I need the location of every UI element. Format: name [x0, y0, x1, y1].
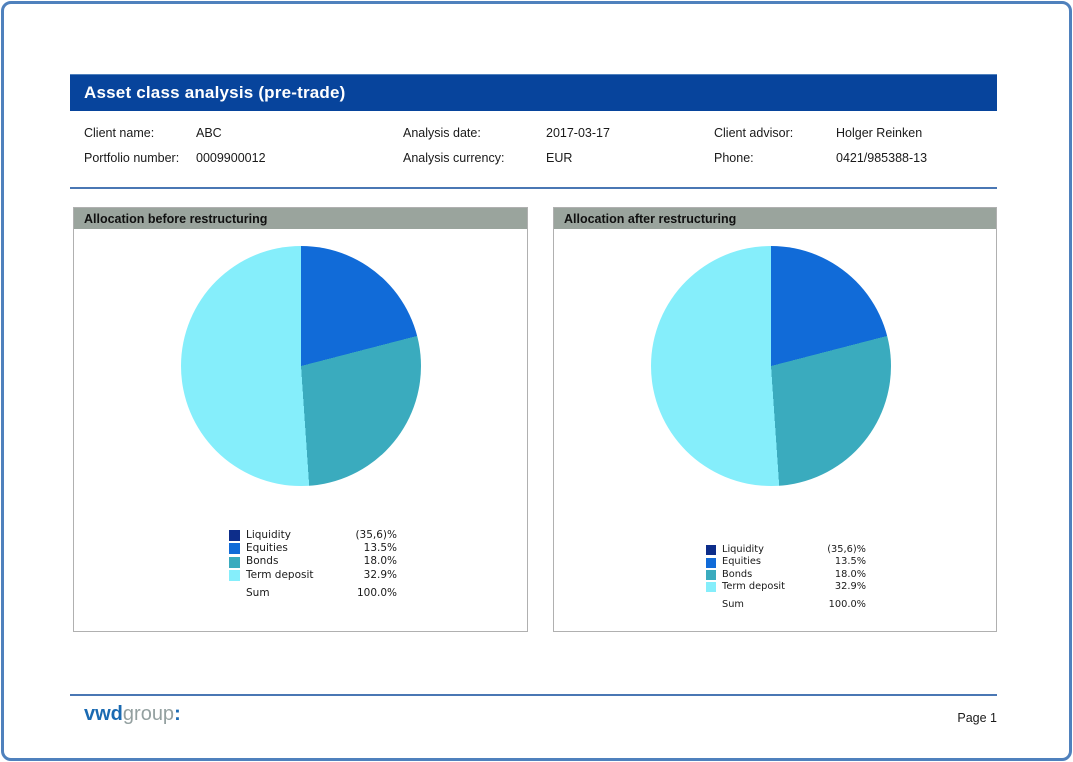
legend-swatch-bonds — [706, 570, 716, 580]
footer-divider — [70, 694, 997, 696]
analysis-currency-label: Analysis currency: — [403, 151, 546, 165]
panel-allocation-after: Allocation after restructuring Liquidity… — [553, 207, 997, 632]
top-divider — [70, 187, 997, 189]
legend-sum-row: Sum 100.0% — [229, 587, 397, 600]
legend-sum-value: 100.0% — [810, 599, 866, 611]
analysis-date-value: 2017-03-17 — [546, 126, 714, 140]
portfolio-number-value: 0009900012 — [196, 151, 403, 165]
legend-value: 18.0% — [810, 569, 866, 581]
legend-label: Liquidity — [246, 529, 339, 542]
client-name-value: ABC — [196, 126, 403, 140]
client-meta-grid: Client name: ABC Analysis date: 2017-03-… — [84, 120, 990, 170]
legend-swatch-term-deposit — [229, 570, 240, 581]
legend-value: 13.5% — [810, 556, 866, 568]
legend-value: 32.9% — [339, 569, 397, 582]
legend-row: Term deposit 32.9% — [706, 581, 866, 593]
legend-row: Liquidity (35,6)% — [229, 529, 397, 542]
vwd-group-logo: vwdgroup: — [84, 703, 181, 726]
legend-value: (35,6)% — [339, 529, 397, 542]
legend-sum-label: Sum — [246, 587, 339, 600]
legend-value: 13.5% — [339, 542, 397, 555]
legend-label: Equities — [246, 542, 339, 555]
page-number: Page 1 — [957, 711, 997, 725]
legend-label: Bonds — [246, 555, 339, 568]
legend-swatch-bonds — [229, 557, 240, 568]
legend-swatch-liquidity — [706, 545, 716, 555]
legend-row: Bonds 18.0% — [229, 555, 397, 568]
legend-after: Liquidity (35,6)% Equities 13.5% Bonds 1… — [706, 544, 866, 611]
panel-title-after: Allocation after restructuring — [554, 208, 996, 229]
phone-label: Phone: — [714, 151, 836, 165]
legend-row: Term deposit 32.9% — [229, 569, 397, 582]
analysis-currency-value: EUR — [546, 151, 714, 165]
logo-vwd: vwd — [84, 703, 123, 725]
legend-row: Equities 13.5% — [706, 556, 866, 568]
panel-title-before: Allocation before restructuring — [74, 208, 527, 229]
panel-title-before-text: Allocation before restructuring — [84, 212, 267, 226]
legend-label: Term deposit — [246, 569, 339, 582]
legend-swatch-equities — [229, 543, 240, 554]
pie-chart-before — [181, 246, 421, 486]
legend-label: Term deposit — [722, 581, 810, 593]
legend-swatch-equities — [706, 558, 716, 568]
legend-sum-row: Sum 100.0% — [706, 599, 866, 611]
legend-sum-label: Sum — [722, 599, 810, 611]
client-advisor-value: Holger Reinken — [836, 126, 990, 140]
report-title-bar: Asset class analysis (pre-trade) — [70, 74, 997, 111]
legend-swatch-term-deposit — [706, 582, 716, 592]
portfolio-number-label: Portfolio number: — [84, 151, 196, 165]
legend-row: Liquidity (35,6)% — [706, 544, 866, 556]
legend-label: Equities — [722, 556, 810, 568]
logo-group: group — [123, 703, 174, 725]
client-advisor-label: Client advisor: — [714, 126, 836, 140]
client-name-label: Client name: — [84, 126, 196, 140]
pie-chart-after — [651, 246, 891, 486]
legend-label: Bonds — [722, 569, 810, 581]
legend-row: Equities 13.5% — [229, 542, 397, 555]
page-title: Asset class analysis (pre-trade) — [84, 83, 346, 103]
legend-value: 18.0% — [339, 555, 397, 568]
legend-value: 32.9% — [810, 581, 866, 593]
analysis-date-label: Analysis date: — [403, 126, 546, 140]
phone-value: 0421/985388-13 — [836, 151, 990, 165]
panel-allocation-before: Allocation before restructuring Liquidit… — [73, 207, 528, 632]
legend-label: Liquidity — [722, 544, 810, 556]
legend-before: Liquidity (35,6)% Equities 13.5% Bonds 1… — [229, 529, 397, 600]
logo-colon: : — [174, 703, 181, 725]
legend-swatch-liquidity — [229, 530, 240, 541]
legend-value: (35,6)% — [810, 544, 866, 556]
legend-row: Bonds 18.0% — [706, 569, 866, 581]
panel-title-after-text: Allocation after restructuring — [564, 212, 736, 226]
legend-sum-value: 100.0% — [339, 587, 397, 600]
